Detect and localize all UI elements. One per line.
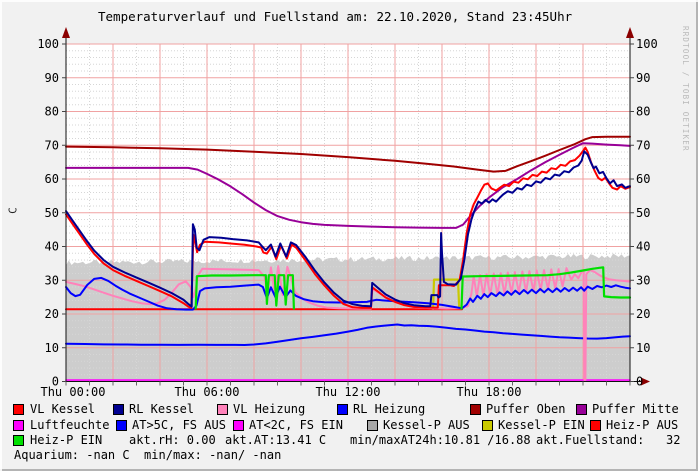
legend-swatch-rl-kessel bbox=[113, 404, 124, 415]
y-tick-label-right: 50 bbox=[636, 206, 650, 220]
x-axis-label: Thu 12:00 bbox=[315, 385, 380, 399]
legend-label: Luftfeuchte bbox=[30, 419, 109, 432]
y-tick-label-left: 70 bbox=[45, 138, 59, 152]
legend-status-text: akt.rH: 0.00 bbox=[129, 434, 216, 447]
y-tick-label-left: 60 bbox=[45, 172, 59, 186]
legend-swatch-heiz-p-aus bbox=[590, 420, 601, 431]
legend-status-text: min/maxAT24h:10.81 /16.88 bbox=[350, 434, 531, 447]
legend-label: Kessel-P EIN bbox=[498, 419, 585, 432]
legend-label: VL Kessel bbox=[30, 403, 95, 416]
legend-swatch-at-2c-fs-ein bbox=[233, 420, 244, 431]
x-axis-label: Thu 06:00 bbox=[174, 385, 239, 399]
rrd-graph: Temperaturverlauf und Fuellstand am: 22.… bbox=[0, 0, 698, 471]
legend-label: Heiz-P AUS bbox=[606, 419, 678, 432]
y-axis-arrow-left bbox=[62, 27, 70, 38]
y-tick-label-right: 40 bbox=[636, 240, 650, 254]
x-axis-label: Thu 18:00 bbox=[456, 385, 521, 399]
y-axis-arrow-right bbox=[626, 27, 634, 38]
legend-label: AT>5C, FS AUS bbox=[132, 419, 226, 432]
legend-label: Kessel-P AUS bbox=[383, 419, 470, 432]
x-axis-label: Thu 00:00 bbox=[40, 385, 105, 399]
y-tick-label-right: 70 bbox=[636, 138, 650, 152]
legend-label: AT<2C, FS EIN bbox=[249, 419, 343, 432]
y-tick-label-left: 30 bbox=[45, 273, 59, 287]
y-tick-label-left: 40 bbox=[45, 240, 59, 254]
legend-swatch-kessel-p-ein bbox=[482, 420, 493, 431]
legend-swatch-puffer-mitte bbox=[576, 404, 587, 415]
legend-swatch-at-5c-fs-aus bbox=[116, 420, 127, 431]
legend-label: Puffer Mitte bbox=[592, 403, 679, 416]
y-tick-label-left: 20 bbox=[45, 307, 59, 321]
y-tick-label-right: 30 bbox=[636, 273, 650, 287]
legend-swatch-rl-heizung bbox=[337, 404, 348, 415]
legend-footer: Aquarium: -nan C min/max: -nan/ -nan bbox=[14, 449, 281, 462]
y-tick-label-right: 20 bbox=[636, 307, 650, 321]
legend-swatch-puffer-oben bbox=[470, 404, 481, 415]
legend-status-text: akt.AT:13.41 C bbox=[225, 434, 326, 447]
y-tick-label-left: 100 bbox=[37, 37, 59, 51]
legend-label: RL Kessel bbox=[129, 403, 194, 416]
legend-label: RL Heizung bbox=[353, 403, 425, 416]
legend-swatch-vl-kessel bbox=[13, 404, 24, 415]
legend-swatch-kessel-p-aus bbox=[367, 420, 378, 431]
y-tick-label-right: 60 bbox=[636, 172, 650, 186]
y-tick-label-right: 10 bbox=[636, 341, 650, 355]
legend-swatch-heiz-p-ein bbox=[13, 435, 24, 446]
y-tick-label-left: 10 bbox=[45, 341, 59, 355]
legend-label: VL Heizung bbox=[233, 403, 305, 416]
y-tick-label-left: 90 bbox=[45, 71, 59, 85]
y-tick-label-left: 80 bbox=[45, 105, 59, 119]
chart-plot: 0010102020303040405050606070708080909010… bbox=[0, 0, 698, 400]
y-tick-label-right: 0 bbox=[636, 375, 643, 389]
legend-status-text: akt.Fuellstand: 32 bbox=[536, 434, 681, 447]
y-tick-label-right: 80 bbox=[636, 105, 650, 119]
y-tick-label-right: 90 bbox=[636, 71, 650, 85]
legend-swatch-luftfeuchte bbox=[13, 420, 24, 431]
legend-swatch-vl-heizung bbox=[217, 404, 228, 415]
legend-label: Heiz-P EIN bbox=[30, 434, 102, 447]
y-tick-label-left: 50 bbox=[45, 206, 59, 220]
legend-label: Puffer Oben bbox=[486, 403, 565, 416]
y-tick-label-right: 100 bbox=[636, 37, 658, 51]
